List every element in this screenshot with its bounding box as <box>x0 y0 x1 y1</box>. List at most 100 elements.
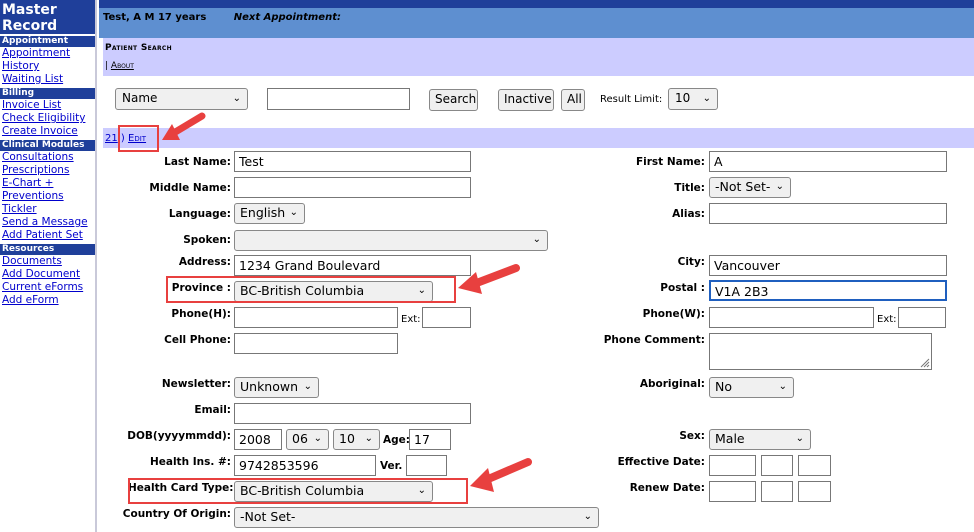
postal-field[interactable]: V1A 2B3 <box>709 280 947 301</box>
inactive-button[interactable]: Inactive <box>498 89 554 111</box>
chevron-down-icon: ⌄ <box>364 433 373 444</box>
effective-date-label: Effective Date: <box>617 456 705 468</box>
health-ins-field[interactable]: 9742853596 <box>234 455 376 476</box>
aboriginal-label: Aboriginal: <box>639 378 705 390</box>
chevron-down-icon: ⌄ <box>232 93 241 104</box>
header-strip <box>99 0 974 8</box>
ext-home-label: Ext: <box>401 314 421 325</box>
ext-work-label: Ext: <box>877 314 897 325</box>
phone-work-field[interactable] <box>709 307 874 328</box>
sidebar-link-add-document[interactable]: Add Document <box>0 268 95 281</box>
sidebar-link-check-eligibility[interactable]: Check Eligibility <box>0 112 95 125</box>
sidebar-link-add-eform[interactable]: Add eForm <box>0 294 95 307</box>
ext-work-field[interactable] <box>898 307 946 328</box>
dob-year-field[interactable]: 2008 <box>234 429 282 450</box>
spoken-select[interactable]: ⌄ <box>234 230 548 251</box>
search-button[interactable]: Search <box>429 89 478 111</box>
sidebar-section-billing: Billing <box>0 88 95 99</box>
newsletter-select[interactable]: Unknown ⌄ <box>234 377 319 398</box>
dob-month-select[interactable]: 06 ⌄ <box>286 429 329 450</box>
middle-name-field[interactable] <box>234 177 471 198</box>
annotation-box-health-card <box>128 478 468 504</box>
version-field[interactable] <box>406 455 447 476</box>
sidebar-link-waiting-list[interactable]: Waiting List <box>0 73 95 86</box>
sidebar-link-e-chart[interactable]: E-Chart + <box>0 177 95 190</box>
sidebar-link-history[interactable]: History <box>0 60 95 73</box>
patient-search-band: Patient Search | About <box>103 38 974 76</box>
search-input[interactable] <box>267 88 410 110</box>
brand-line: Master <box>2 2 57 18</box>
address-field[interactable]: 1234 Grand Boulevard <box>234 255 471 276</box>
phone-work-label: Phone(W): <box>642 308 705 320</box>
sidebar-link-documents[interactable]: Documents <box>0 255 95 268</box>
result-limit-select[interactable]: 10 ⌄ <box>668 88 718 110</box>
annotation-arrow-province <box>458 264 520 294</box>
annotation-arrow-health-card <box>470 458 532 492</box>
sidebar-link-add-patient-set[interactable]: Add Patient Set <box>0 229 95 242</box>
annotation-arrow-edit <box>162 112 206 140</box>
resize-handle-icon[interactable] <box>920 358 930 368</box>
sidebar-link-tickler[interactable]: Tickler <box>0 203 95 216</box>
postal-label: Postal : <box>660 282 705 294</box>
renew-month-field[interactable] <box>761 481 793 502</box>
sidebar-link-prescriptions[interactable]: Prescriptions <box>0 164 95 177</box>
effective-year-field[interactable] <box>709 455 756 476</box>
sidebar-section-resources: Resources <box>0 244 95 255</box>
phone-home-field[interactable] <box>234 307 398 328</box>
language-label: Language: <box>168 208 231 220</box>
email-label: Email: <box>194 404 231 416</box>
brand-line: Record <box>2 18 58 34</box>
language-select[interactable]: English ⌄ <box>234 203 305 224</box>
edit-band: 21 ) Edit <box>103 128 974 148</box>
sidebar-link-create-invoice[interactable]: Create Invoice <box>0 125 95 138</box>
sidebar-section-clinical-modules: Clinical Modules <box>0 140 95 151</box>
address-label: Address: <box>178 256 231 268</box>
renew-date-label: Renew Date: <box>629 482 705 494</box>
email-field[interactable] <box>234 403 471 424</box>
city-field[interactable]: Vancouver <box>709 255 947 276</box>
alias-field[interactable] <box>709 203 947 224</box>
sidebar-link-preventions[interactable]: Preventions <box>0 190 95 203</box>
next-appointment-label: Next Appointment: <box>233 12 341 23</box>
sidebar-link-current-eforms[interactable]: Current eForms <box>0 281 95 294</box>
country-select[interactable]: -Not Set- ⌄ <box>234 507 599 528</box>
age-field[interactable]: 17 <box>409 429 451 450</box>
last-name-field[interactable]: Test <box>234 151 471 172</box>
ext-home-field[interactable] <box>422 307 471 328</box>
annotation-box-edit <box>118 125 159 152</box>
alias-label: Alias: <box>672 208 705 220</box>
chevron-down-icon: ⌄ <box>303 381 312 392</box>
sidebar-link-invoice-list[interactable]: Invoice List <box>0 99 95 112</box>
cell-phone-field[interactable] <box>234 333 398 354</box>
chevron-down-icon: ⌄ <box>795 433 804 444</box>
dob-day-select[interactable]: 10 ⌄ <box>333 429 380 450</box>
sidebar-link-appointment[interactable]: Appointment <box>0 47 95 60</box>
last-name-label: Last Name: <box>164 156 231 168</box>
health-ins-label: Health Ins. #: <box>149 456 231 468</box>
chevron-down-icon: ⌄ <box>778 381 787 392</box>
sidebar: Master Record Appointment Appointment Histo… <box>0 0 97 532</box>
demographic-form: Last Name: Test First Name: A Middle Nam… <box>103 148 974 532</box>
sidebar-link-send-a-message[interactable]: Send a Message <box>0 216 95 229</box>
first-name-field[interactable]: A <box>709 151 947 172</box>
aboriginal-select[interactable]: No ⌄ <box>709 377 794 398</box>
effective-month-field[interactable] <box>761 455 793 476</box>
country-label: Country Of Origin: <box>122 508 231 520</box>
renew-year-field[interactable] <box>709 481 756 502</box>
spoken-label: Spoken: <box>183 234 231 246</box>
city-label: City: <box>677 256 705 268</box>
about-link[interactable]: About <box>111 61 134 71</box>
sidebar-brand: Master Record <box>0 0 95 34</box>
title-select[interactable]: -Not Set- ⌄ <box>709 177 791 198</box>
phone-home-label: Phone(H): <box>171 308 231 320</box>
record-id-link[interactable]: 21 <box>105 133 118 144</box>
effective-day-field[interactable] <box>798 455 831 476</box>
sex-select[interactable]: Male ⌄ <box>709 429 811 450</box>
newsletter-label: Newsletter: <box>161 378 231 390</box>
phone-comment-textarea[interactable] <box>709 333 932 370</box>
all-button[interactable]: All <box>561 89 585 111</box>
renew-day-field[interactable] <box>798 481 831 502</box>
cell-phone-label: Cell Phone: <box>164 334 231 346</box>
sidebar-link-consultations[interactable]: Consultations <box>0 151 95 164</box>
search-by-select[interactable]: Name ⌄ <box>115 88 248 110</box>
